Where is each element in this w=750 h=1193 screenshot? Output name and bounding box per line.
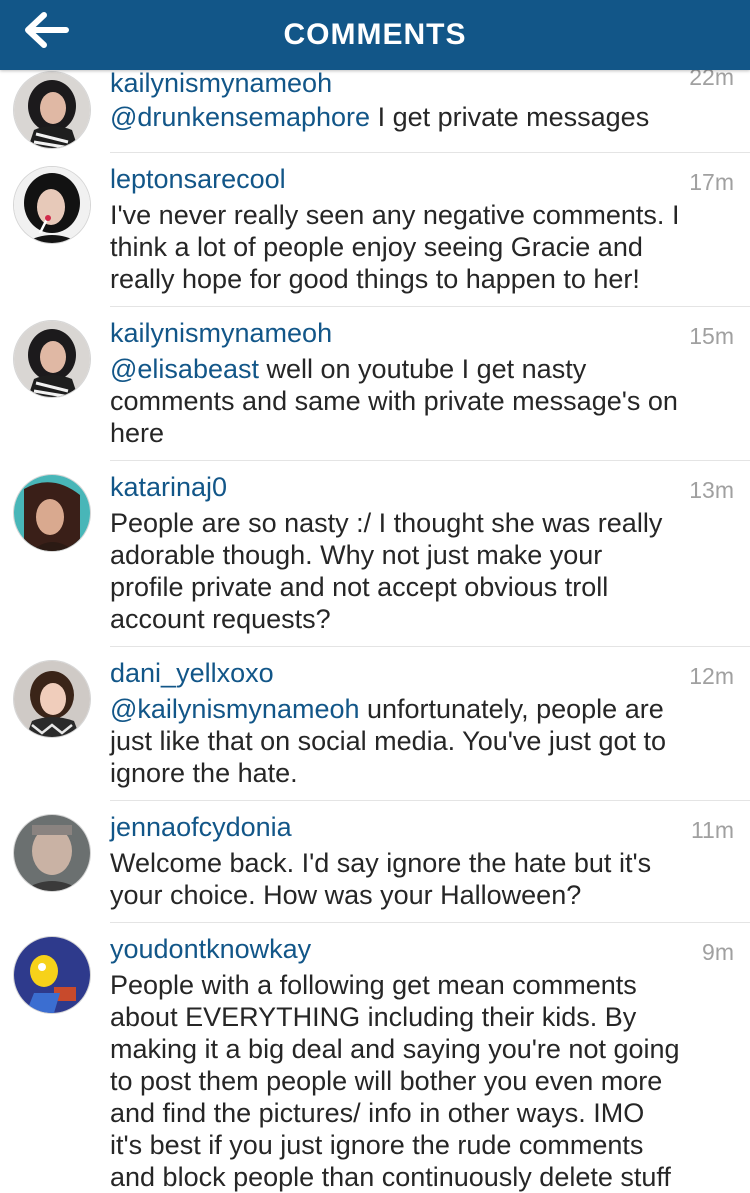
comment-username[interactable]: katarinaj0: [110, 472, 227, 503]
comment-mention[interactable]: @kailynismynameoh: [110, 694, 360, 724]
comment-username[interactable]: kailynismynameoh: [110, 318, 332, 349]
comment-item: jennaofcydonia 11m Welcome back. I'd say…: [0, 800, 750, 923]
comment-username[interactable]: leptonsarecool: [110, 164, 286, 195]
comment-text: People are so nasty :/ I thought she was…: [110, 507, 740, 635]
comment-text: @kailynismynameoh unfortunately, people …: [110, 693, 740, 789]
comment-mention[interactable]: @elisabeast: [110, 354, 259, 384]
comment-username[interactable]: jennaofcydonia: [110, 812, 292, 843]
comment-timestamp: 17m: [689, 169, 734, 195]
comment-item: youdontknowkay 9m People with a followin…: [0, 922, 750, 1192]
avatar[interactable]: [14, 475, 90, 551]
comment-mention[interactable]: @drunkensemaphore: [110, 102, 370, 132]
comment-body: I've never really seen any negative comm…: [110, 200, 680, 294]
back-button[interactable]: [18, 6, 74, 54]
page-title: COMMENTS: [283, 18, 467, 51]
avatar[interactable]: [14, 937, 90, 1013]
comment-item: leptonsarecool 17m I've never really see…: [0, 152, 750, 307]
comment-timestamp: 12m: [689, 663, 734, 689]
comment-item: katarinaj0 13m People are so nasty :/ I …: [0, 460, 750, 647]
avatar[interactable]: [14, 167, 90, 243]
comment-body: People with a following get mean comment…: [110, 970, 680, 1192]
comment-username[interactable]: kailynismynameoh: [110, 68, 332, 99]
comment-text: @drunkensemaphore I get private messages: [110, 101, 740, 133]
comment-text: People with a following get mean comment…: [110, 969, 740, 1193]
comment-item: dani_yellxoxo 12m @kailynismynameoh unfo…: [0, 646, 750, 801]
comment-text: Welcome back. I'd say ignore the hate bu…: [110, 847, 740, 911]
arrow-left-icon: [25, 12, 69, 48]
header-bar: COMMENTS: [0, 0, 750, 70]
comment-text: I've never really seen any negative comm…: [110, 199, 740, 295]
comment-username[interactable]: youdontknowkay: [110, 934, 311, 965]
comment-body: I get private messages: [370, 102, 650, 132]
comment-username[interactable]: dani_yellxoxo: [110, 658, 274, 689]
comment-timestamp: 13m: [689, 477, 734, 503]
comment-item: kailynismynameoh 15m @elisabeast well on…: [0, 306, 750, 461]
comment-body: People are so nasty :/ I thought she was…: [110, 508, 663, 634]
comment-timestamp: 15m: [689, 323, 734, 349]
comment-timestamp: 11m: [690, 817, 734, 843]
avatar[interactable]: [14, 661, 90, 737]
comment-text: @elisabeast well on youtube I get nasty …: [110, 353, 740, 449]
avatar[interactable]: [14, 321, 90, 397]
comment-body: Welcome back. I'd say ignore the hate bu…: [110, 848, 652, 910]
avatar[interactable]: [14, 72, 90, 148]
avatar[interactable]: [14, 815, 90, 891]
comment-timestamp: 9m: [702, 939, 734, 965]
